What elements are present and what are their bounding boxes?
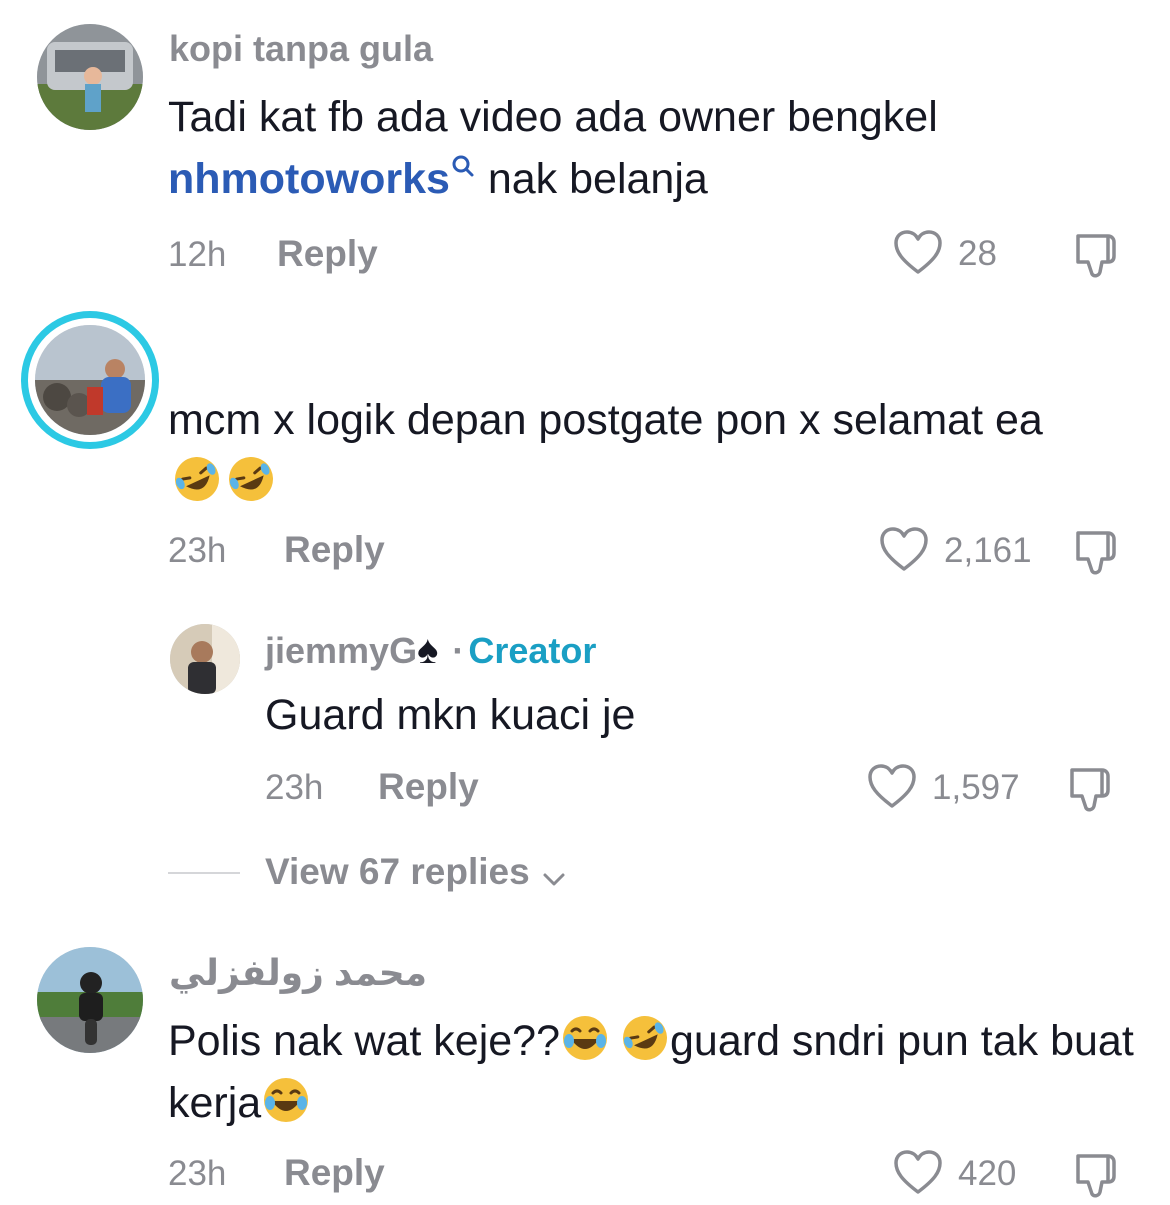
view-replies-divider [168,872,240,874]
search-icon[interactable] [450,148,476,188]
comment-time: 12h [168,235,227,274]
rolling-on-floor-laughing-icon [226,454,276,504]
comment-text-part: Polis nak wat keje?? [168,1017,560,1065]
comment-time: 23h [265,768,324,807]
comment-text-part: nak belanja [475,155,708,203]
like-count: 28 [958,234,997,273]
comment-text: Tadi kat fb ada video ada owner bengkel … [168,86,1068,210]
reply-button[interactable]: Reply [378,766,479,808]
comment-text-part: Tadi kat fb ada video ada owner bengkel [168,93,938,141]
mention-link[interactable]: nhmotoworks [168,155,450,203]
reply-button[interactable]: Reply [284,1152,385,1194]
heart-outline-icon[interactable] [866,762,918,812]
like-count: 420 [958,1154,1017,1193]
separator-dot: · [452,630,465,671]
reply-button[interactable]: Reply [277,233,378,275]
like-count: 1,597 [932,768,1020,807]
reply-button[interactable]: Reply [284,529,385,571]
comment-text: mcm x logik depan postgate pon x selamat… [168,389,1108,513]
thumbs-down-icon[interactable] [1066,764,1118,814]
comment-username[interactable]: محمد زولفزلي [169,952,429,994]
view-replies-label: View 67 replies [265,851,530,892]
comment-text-part: mcm x logik depan postgate pon x selamat… [168,396,1043,444]
comment-username[interactable]: kopi tanpa gula [169,28,433,70]
spade-icon: ♠ [417,628,439,672]
creator-badge: Creator [468,630,597,671]
face-with-tears-of-joy-icon [560,1013,610,1063]
avatar-photo [170,624,240,694]
comment-text: Guard mkn kuaci je [265,691,636,739]
thumbs-down-icon[interactable] [1072,230,1124,280]
face-with-tears-of-joy-icon [261,1075,311,1125]
comment-time: 23h [168,531,227,570]
avatar[interactable] [37,947,143,1053]
thumbs-down-icon[interactable] [1072,527,1124,577]
heart-outline-icon[interactable] [892,228,944,278]
like-count: 2,161 [944,531,1032,570]
avatar-photo [35,325,145,435]
rolling-on-floor-laughing-icon [172,454,222,504]
heart-outline-icon[interactable] [892,1148,944,1198]
avatar[interactable] [170,624,240,694]
username-text: jiemmyG [265,630,418,671]
chevron-down-icon [540,860,568,888]
avatar[interactable] [35,325,145,435]
comment-username[interactable]: jiemmyG♠ · Creator [265,628,596,673]
comment-text: Polis nak wat keje?? guard sndri pun tak… [168,1010,1148,1134]
rolling-on-floor-laughing-icon [620,1013,670,1063]
comment-time: 23h [168,1154,227,1193]
avatar[interactable] [37,24,143,130]
avatar-photo [37,947,143,1053]
avatar-photo [37,24,143,130]
view-replies-button[interactable]: View 67 replies [265,851,568,893]
thumbs-down-icon[interactable] [1072,1150,1124,1200]
heart-outline-icon[interactable] [878,525,930,575]
